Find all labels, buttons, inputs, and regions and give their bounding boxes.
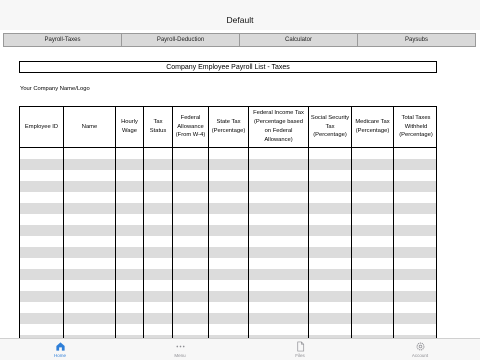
- bottom-tab-label: Account: [411, 353, 429, 358]
- bottom-tab-bar: Home Menu Files Account: [0, 338, 480, 360]
- table-row[interactable]: [20, 269, 436, 280]
- table-row[interactable]: [20, 247, 436, 258]
- column-divider: [248, 147, 249, 341]
- column-header-state-tax: State Tax (Percentage): [209, 107, 249, 147]
- file-icon: [296, 341, 304, 352]
- table-row[interactable]: [20, 291, 436, 302]
- bottom-tab-account[interactable]: Account: [360, 339, 480, 360]
- tab-payroll-taxes[interactable]: Payroll-Taxes: [4, 34, 122, 46]
- tab-payroll-deduction[interactable]: Payroll-Deduction: [122, 34, 240, 46]
- table-body: [20, 148, 436, 341]
- tab-paysubs[interactable]: Paysubs: [358, 34, 475, 46]
- table-row[interactable]: [20, 170, 436, 181]
- bottom-tab-files[interactable]: Files: [240, 339, 360, 360]
- column-divider: [393, 147, 394, 341]
- table-row[interactable]: [20, 302, 436, 313]
- table-row[interactable]: [20, 159, 436, 170]
- table-row[interactable]: [20, 148, 436, 159]
- sheet-title: Company Employee Payroll List - Taxes: [19, 61, 437, 73]
- sheet-tab-bar: Payroll-Taxes Payroll-Deduction Calculat…: [3, 33, 476, 47]
- column-divider: [351, 147, 352, 341]
- table-row[interactable]: [20, 214, 436, 225]
- table-row[interactable]: [20, 225, 436, 236]
- column-header-total-taxes: Total Taxes Withheld (Percentage): [399, 114, 433, 139]
- column-divider: [115, 147, 116, 341]
- window-title: Default: [226, 14, 254, 25]
- column-header-federal-allowance: Federal Allowance (From W-4): [173, 107, 209, 147]
- bottom-tab-home[interactable]: Home: [0, 339, 120, 360]
- bottom-tab-menu[interactable]: Menu: [120, 339, 240, 360]
- column-divider: [172, 147, 173, 341]
- payroll-table: Employee ID Name Hourly Wage Tax Status …: [19, 106, 437, 342]
- column-divider: [208, 147, 209, 341]
- column-divider: [308, 147, 309, 341]
- table-row[interactable]: [20, 203, 436, 214]
- bottom-tab-label: Home: [53, 353, 66, 358]
- company-name-label: Your Company Name/Logo: [20, 86, 90, 92]
- column-header-tax-status: Tax Status: [144, 107, 173, 147]
- column-header-hourly-wage: Hourly Wage: [116, 107, 144, 147]
- table-row[interactable]: [20, 181, 436, 192]
- bottom-tab-label: Menu: [174, 353, 186, 358]
- tab-calculator[interactable]: Calculator: [240, 34, 358, 46]
- column-header-medicare-tax: Medicare Tax (Percentage): [352, 107, 394, 147]
- table-row[interactable]: [20, 313, 436, 324]
- column-header-name: Name: [64, 107, 116, 147]
- table-row[interactable]: [20, 324, 436, 335]
- bottom-tab-label: Files: [295, 353, 305, 358]
- table-row[interactable]: [20, 236, 436, 247]
- column-header-employee-id: Employee ID: [20, 107, 64, 147]
- column-divider: [63, 147, 64, 341]
- home-icon: [55, 342, 65, 351]
- column-header-federal-income-tax: Federal Income Tax (Percentage based on …: [249, 107, 309, 147]
- column-divider: [143, 147, 144, 341]
- table-row[interactable]: [20, 280, 436, 291]
- column-header-social-security-tax: Social Security Tax (Percentage): [309, 107, 352, 147]
- table-row[interactable]: [20, 258, 436, 269]
- window-title-bar: Default: [0, 0, 480, 30]
- gear-icon: [416, 342, 424, 351]
- table-row[interactable]: [20, 192, 436, 203]
- more-dots-icon: [175, 345, 185, 348]
